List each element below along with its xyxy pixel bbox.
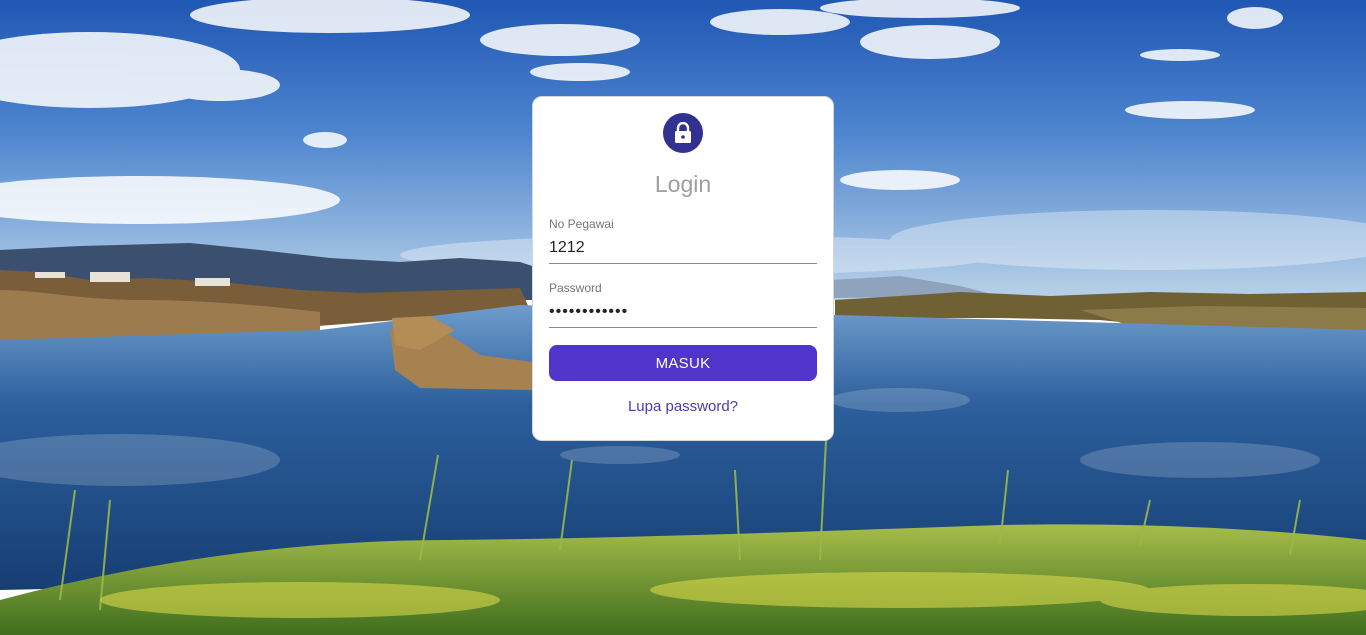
- password-label: Password: [549, 281, 602, 295]
- employee-number-field: No Pegawai: [549, 217, 817, 264]
- lock-icon: [675, 122, 691, 143]
- login-title: Login: [654, 171, 712, 197]
- login-submit-button[interactable]: MASUK: [549, 345, 817, 381]
- forgot-password-link[interactable]: Lupa password?: [533, 398, 833, 415]
- employee-number-label: No Pegawai: [549, 217, 614, 231]
- lock-badge: [663, 113, 703, 153]
- password-field: Password: [549, 281, 817, 328]
- employee-number-input[interactable]: [549, 233, 817, 264]
- password-input[interactable]: [549, 297, 817, 328]
- login-card: Login No Pegawai Password MASUK Lupa pas…: [532, 96, 834, 441]
